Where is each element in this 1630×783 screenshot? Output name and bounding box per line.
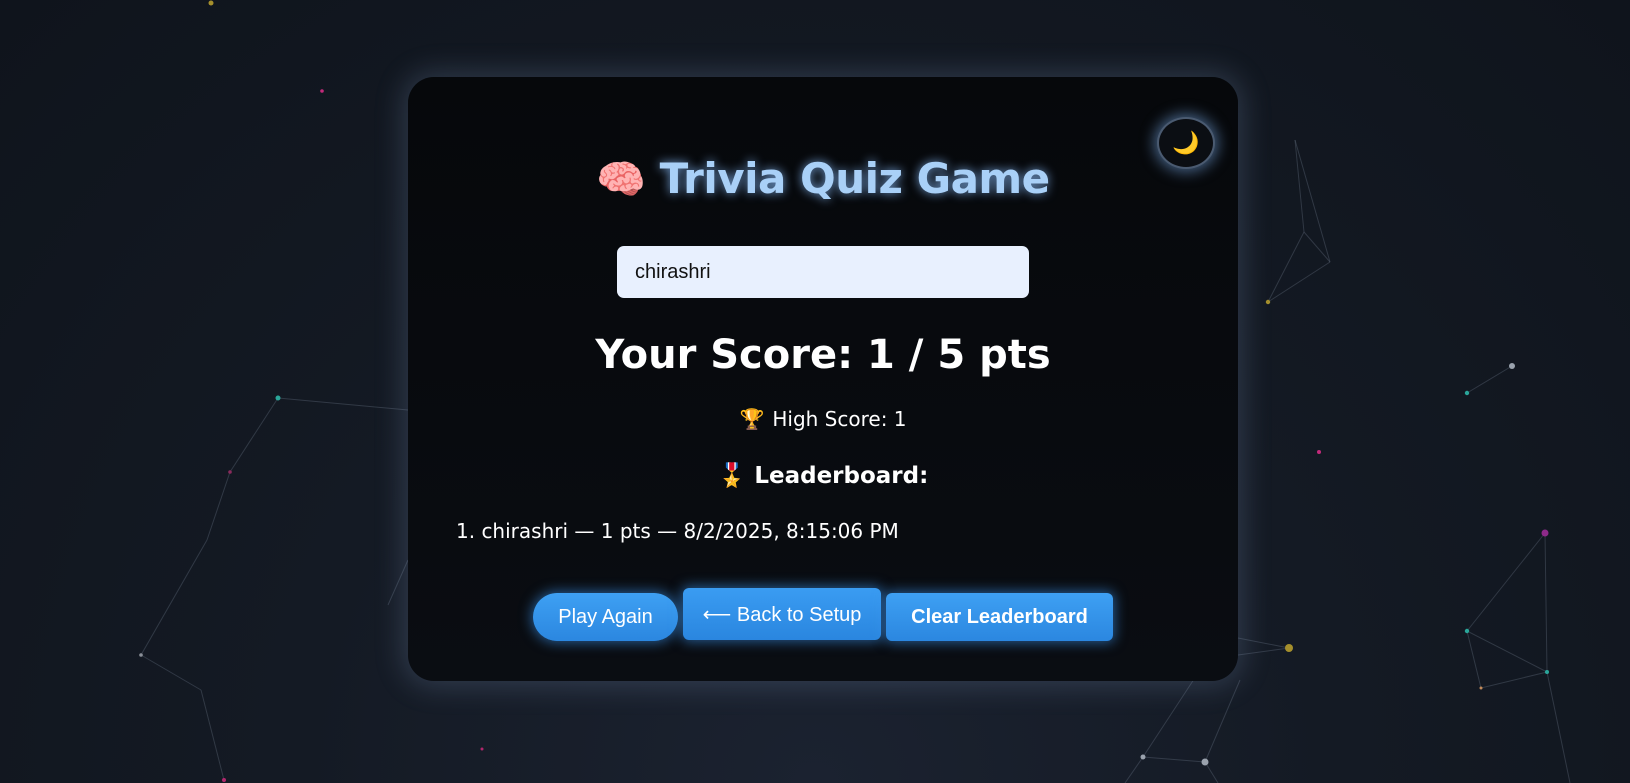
clear-leaderboard-button[interactable]: Clear Leaderboard (886, 593, 1113, 641)
back-to-setup-button[interactable]: ⟵ Back to Setup (683, 588, 881, 640)
page-title: 🧠 Trivia Quiz Game (408, 151, 1238, 208)
leaderboard-heading-text: Leaderboard: (754, 463, 929, 489)
leaderboard-entry: 1. chirashri — 1 pts — 8/2/2025, 8:15:06… (456, 519, 899, 543)
medal-icon: 🎖️ (717, 463, 747, 489)
high-score-display: 🏆 High Score: 1 (408, 404, 1238, 434)
quiz-results-card: 🌙 🧠Trivia Quiz Game Your Score: 1 / 5 pt… (408, 77, 1238, 681)
page-title-text: Trivia Quiz Game (659, 154, 1051, 203)
high-score-text: High Score: 1 (772, 407, 907, 431)
play-again-button[interactable]: Play Again (533, 593, 678, 641)
leaderboard-heading: 🎖️ Leaderboard: (408, 459, 1238, 493)
leaderboard-list: 1. chirashri — 1 pts — 8/2/2025, 8:15:06… (456, 516, 899, 546)
player-name-input[interactable] (617, 246, 1029, 298)
trophy-icon: 🏆 (739, 407, 765, 431)
score-display: Your Score: 1 / 5 pts (595, 332, 1051, 378)
brain-icon: 🧠 (596, 157, 646, 203)
